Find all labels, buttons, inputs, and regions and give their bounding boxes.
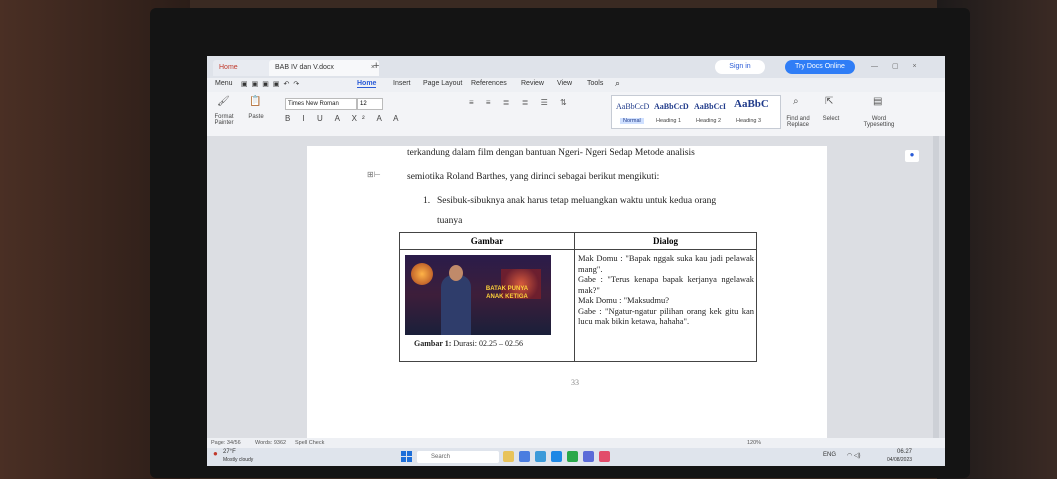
paste-label: Paste: [248, 114, 264, 120]
weather-icon[interactable]: ●: [213, 449, 218, 458]
status-bar: Page: 34/56 Words: 9362 Spell Check 120%: [207, 438, 945, 448]
menu-insert[interactable]: Insert: [393, 80, 411, 87]
menu-references[interactable]: References: [471, 80, 507, 87]
menu-bar: Menu ▣▣▣▣↶↷ Home Insert Page Layout Refe…: [207, 78, 945, 92]
paste-icon[interactable]: 📋: [249, 96, 261, 107]
image-caption: Gambar 1: Durasi: 02.25 – 02.56: [414, 339, 523, 348]
language-indicator[interactable]: ENG: [823, 452, 836, 458]
paragraph-toolbar[interactable]: ≡ ≡ ≣ ≣ ☰ ⇅: [469, 98, 572, 107]
style-h3-preview: AaBbC: [734, 98, 769, 110]
style-normal-preview: AaBbCcD: [616, 102, 650, 111]
style-h1-preview: AaBbCcD: [654, 102, 689, 111]
weather-desc: Mostly cloudy: [223, 457, 254, 463]
vertical-scrollbar[interactable]: [933, 136, 939, 438]
store-icon[interactable]: [551, 451, 562, 462]
format-painter-icon[interactable]: 🖌: [217, 96, 230, 107]
word-count[interactable]: Words: 9362: [255, 440, 286, 446]
doc-line-2: semiotika Roland Barthes, yang dirinci s…: [407, 172, 660, 182]
dialog-line: Gabe : "Terus kenapa bapak kerjanya ngel…: [578, 274, 754, 295]
windows-start-icon[interactable]: [401, 451, 413, 463]
clock-date[interactable]: 04/08/2023: [887, 457, 912, 463]
menu-view[interactable]: View: [557, 80, 572, 87]
table-header-gambar: Gambar: [400, 233, 575, 250]
poster-text: BATAK PUNYA ANAK KETIGA: [485, 286, 529, 300]
tab-home[interactable]: Home: [213, 60, 277, 76]
menu-button[interactable]: Menu: [215, 80, 233, 87]
edge-browser-icon[interactable]: [535, 451, 546, 462]
clock-time[interactable]: 06.27: [897, 449, 912, 455]
menu-page-layout[interactable]: Page Layout: [423, 80, 462, 87]
find-replace-label[interactable]: Find and Replace: [781, 116, 815, 128]
new-tab-icon[interactable]: +: [373, 60, 379, 72]
sign-in-button[interactable]: Sign in: [715, 60, 765, 74]
typesetting-icon[interactable]: ▤: [873, 96, 882, 107]
table-divider: [574, 249, 575, 361]
ribbon: 🖌 Format Painter 📋 Paste Times New Roman…: [207, 92, 945, 137]
list-item-line-2: tuanya: [437, 216, 463, 226]
wifi-volume-icons[interactable]: ◠ ◁): [847, 452, 861, 459]
style-h2-preview: AaBbCcI: [694, 102, 727, 111]
lamp-light: [411, 263, 433, 285]
menu-review[interactable]: Review: [521, 80, 544, 87]
caption-duration: Durasi: 02.25 – 02.56: [451, 339, 523, 348]
try-docs-button[interactable]: Try Docs Online: [785, 60, 855, 74]
tab-home-label: Home: [219, 64, 238, 71]
font-name-select[interactable]: Times New Roman: [285, 98, 357, 110]
weather-temp: 27°F: [223, 449, 236, 455]
paragraph-marker-icon[interactable]: ⊞⊢: [367, 170, 381, 179]
dialog-line: Mak Domu : "Maksudmu?: [578, 295, 670, 305]
location-pin-icon[interactable]: ●: [905, 150, 919, 162]
dialog-cell: Mak Domu : "Bapak nggak suka kau jadi pe…: [578, 253, 754, 327]
dialog-line: Gabe : "Ngatur-ngatur pilihan orang kek …: [578, 305, 754, 327]
document-area: terkandung dalam film dengan bantuan Nge…: [207, 136, 945, 438]
title-bar: Home BAB IV dan V.docx × + Sign in Try D…: [207, 56, 945, 78]
file-explorer-icon[interactable]: [519, 451, 530, 462]
widgets-icon[interactable]: [503, 451, 514, 462]
screen: Home BAB IV dan V.docx × + Sign in Try D…: [207, 56, 945, 466]
taskbar-search-input[interactable]: Search: [417, 451, 499, 463]
film-still-image[interactable]: BATAK PUNYA ANAK KETIGA: [405, 255, 551, 335]
spell-check[interactable]: Spell Check: [295, 440, 324, 446]
tab-document-label: BAB IV dan V.docx: [275, 64, 334, 71]
page-count[interactable]: Page: 34/56: [211, 440, 241, 446]
analysis-table: Gambar Dialog BATAK PUNYA ANAK KETIGA Ga…: [399, 232, 757, 362]
mail-icon[interactable]: [567, 451, 578, 462]
text-format-toolbar[interactable]: B I U A X² A A: [285, 114, 403, 123]
person-figure: [441, 275, 471, 335]
page-number: 33: [571, 378, 579, 387]
font-size-select[interactable]: 12: [357, 98, 383, 110]
search-icon[interactable]: ⌕: [615, 78, 620, 89]
window-controls[interactable]: — ▢ ×: [871, 60, 941, 74]
dialog-line: Mak Domu : "Bapak nggak suka kau jadi pe…: [578, 253, 754, 274]
format-painter-label: Format Painter: [214, 114, 234, 126]
wps-office-icon[interactable]: [599, 451, 610, 462]
app-icon[interactable]: [583, 451, 594, 462]
quick-access-icons[interactable]: ▣▣▣▣↶↷: [241, 80, 303, 88]
style-h2-name: Heading 2: [696, 118, 722, 124]
zoom-level[interactable]: 120%: [747, 440, 761, 446]
style-normal-name: Normal: [620, 118, 644, 124]
select-icon[interactable]: ⇱: [825, 96, 833, 107]
select-label[interactable]: Select: [817, 116, 845, 122]
document-page[interactable]: terkandung dalam film dengan bantuan Nge…: [307, 146, 827, 438]
list-number: 1.: [423, 196, 431, 206]
person-head: [449, 265, 463, 281]
styles-gallery[interactable]: AaBbCcD AaBbCcD AaBbCcI AaBbC Normal Hea…: [611, 95, 781, 129]
menu-tools[interactable]: Tools: [587, 80, 603, 87]
style-h1-name: Heading 1: [656, 118, 682, 124]
tab-document[interactable]: BAB IV dan V.docx ×: [269, 60, 379, 76]
style-h3-name: Heading 3: [736, 118, 762, 124]
find-icon[interactable]: ⌕: [793, 96, 799, 107]
list-item-line-1: Sesibuk-sibuknya anak harus tetap meluan…: [437, 196, 717, 206]
word-typesetting-label[interactable]: Word Typesetting: [859, 116, 899, 128]
menu-home[interactable]: Home: [357, 80, 377, 88]
taskbar: ● 27°F Mostly cloudy Search ENG ◠ ◁) 06.…: [207, 448, 945, 466]
doc-line-1: terkandung dalam film dengan bantuan Nge…: [407, 148, 695, 158]
table-header-dialog: Dialog: [575, 233, 756, 250]
caption-label: Gambar 1:: [414, 339, 452, 348]
